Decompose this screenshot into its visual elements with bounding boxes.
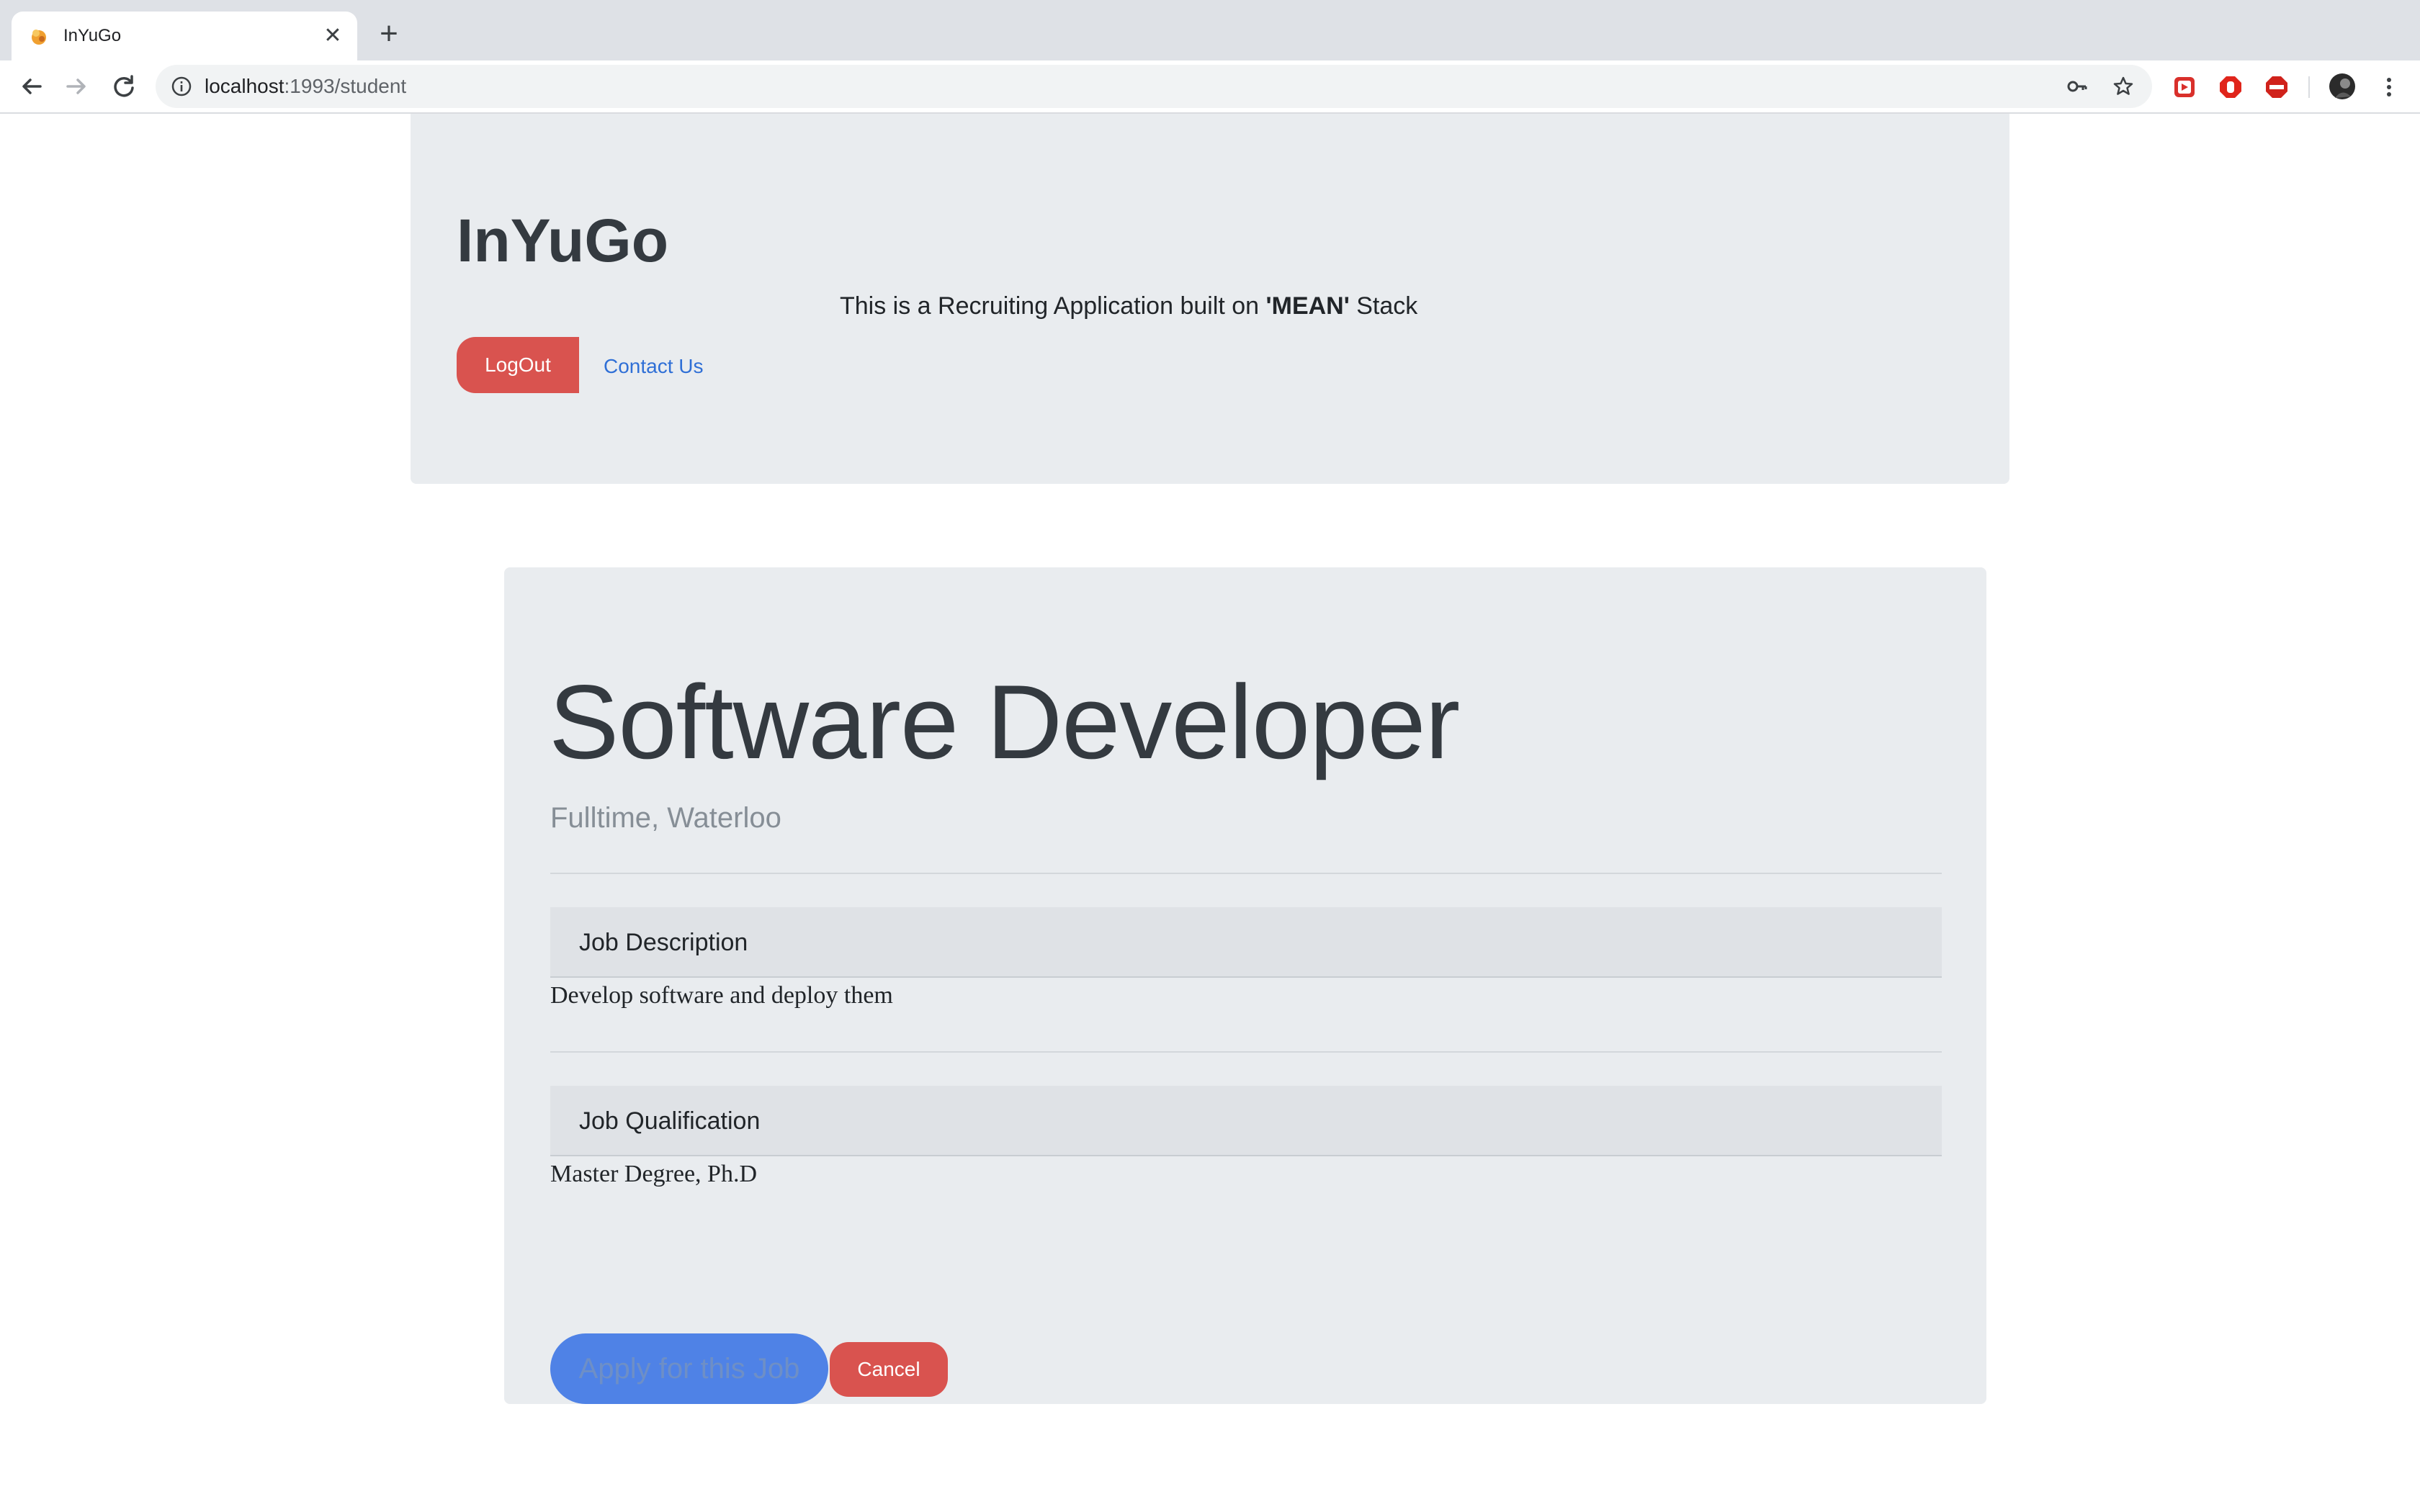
url-path: :1993/student [284, 75, 407, 97]
reload-icon[interactable] [109, 72, 138, 101]
url-text: localhost:1993/student [205, 74, 406, 99]
tab-title: InYuGo [63, 26, 122, 45]
job-description-heading: Job Description [579, 929, 748, 956]
forward-arrow-icon[interactable] [62, 72, 91, 101]
kebab-menu-icon[interactable] [2377, 75, 2401, 99]
brand-title: InYuGo [457, 207, 668, 274]
header-jumbotron: InYuGo This is a Recruiting Application … [411, 114, 2009, 484]
video-extension-icon[interactable] [2172, 75, 2197, 99]
tagline-suffix: Stack [1349, 292, 1418, 320]
address-bar[interactable]: localhost:1993/student [156, 65, 2152, 108]
tagline: This is a Recruiting Application built o… [840, 291, 1417, 321]
browser-tab[interactable]: InYuGo ✕ [12, 12, 357, 60]
job-qualification-heading: Job Qualification [579, 1107, 761, 1135]
apply-button[interactable]: Apply for this Job [550, 1333, 828, 1404]
logout-button[interactable]: LogOut [457, 337, 579, 393]
divider [550, 873, 1942, 874]
profile-avatar-icon[interactable] [2328, 72, 2357, 101]
job-description-text: Develop software and deploy them [550, 982, 893, 1009]
page-content: InYuGo This is a Recruiting Application … [0, 114, 2420, 1512]
key-icon[interactable] [2066, 75, 2089, 98]
job-title: Software Developer [549, 663, 1460, 780]
new-tab-button[interactable]: + [372, 17, 406, 52]
cancel-button[interactable]: Cancel [830, 1342, 948, 1397]
url-host: localhost [205, 75, 284, 97]
job-detail-card: Software Developer Fulltime, Waterloo Jo… [504, 567, 1986, 1404]
browser-toolbar: localhost:1993/student [0, 60, 2420, 114]
stop-extension-icon[interactable] [2218, 75, 2243, 99]
adblock-plus-icon[interactable] [2264, 75, 2289, 99]
tagline-stack-name: 'MEAN' [1265, 292, 1350, 320]
tab-close-icon[interactable]: ✕ [320, 23, 346, 49]
divider [550, 1051, 1942, 1053]
browser-tab-bar: InYuGo ✕ + [0, 0, 2420, 60]
job-subtitle: Fulltime, Waterloo [550, 802, 781, 834]
back-arrow-icon[interactable] [17, 72, 46, 101]
bookmark-star-icon[interactable] [2112, 75, 2135, 98]
info-icon[interactable] [170, 75, 193, 98]
job-qualification-text: Master Degree, Ph.D [550, 1161, 758, 1187]
site-favicon-icon [32, 30, 46, 45]
contact-us-link[interactable]: Contact Us [604, 354, 704, 379]
job-description-header: Job Description [550, 907, 1942, 978]
tagline-prefix: This is a Recruiting Application built o… [840, 292, 1266, 320]
job-qualification-header: Job Qualification [550, 1086, 1942, 1156]
toolbar-separator [2308, 76, 2310, 98]
